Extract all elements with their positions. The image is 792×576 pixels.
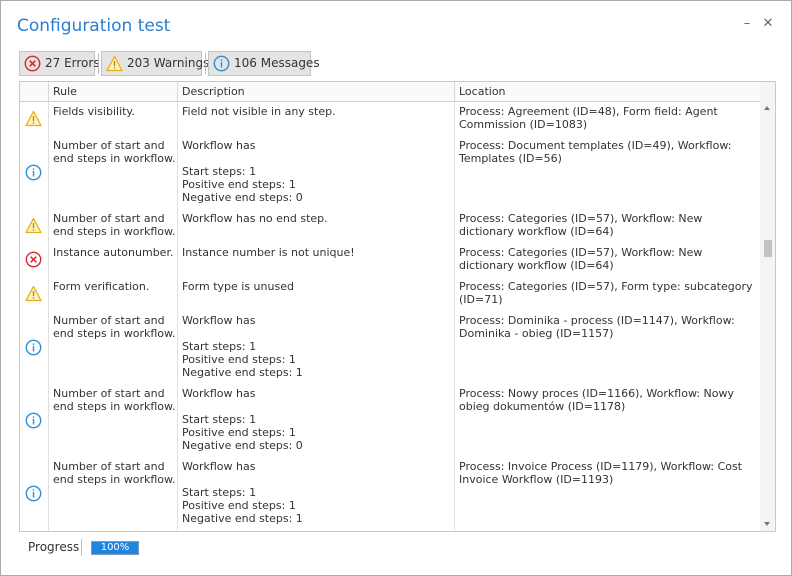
location-cell: Process: Categories (ID=57), Form type: … [459,280,753,306]
warning-icon [25,217,42,234]
warnings-filter-button[interactable]: 203 Warnings [101,51,209,76]
rule-cell: Number of start and end steps in workflo… [53,212,176,238]
table-row[interactable]: Number of start and end steps in workflo… [20,457,760,530]
row-status-icon-cell [20,136,48,209]
grid-body: Fields visibility. Field not visible in a… [20,102,760,531]
grid-header: Rule Description Location [20,82,760,102]
column-header-description[interactable]: Description [177,82,454,102]
close-button[interactable]: ✕ [760,16,776,32]
description-cell: Workflow has no end step. [182,212,328,225]
toolbar-separator [98,53,99,74]
column-header-location[interactable]: Location [454,82,760,102]
rule-cell: Number of start and end steps in workflo… [53,314,176,340]
column-header-rule[interactable]: Rule [48,82,177,102]
error-icon [24,55,41,72]
rule-cell: Number of start and end steps in workflo… [48,530,177,531]
info-icon [213,55,230,72]
window-title: Configuration test [17,16,171,36]
info-icon [25,485,42,502]
scroll-up-arrow-icon[interactable] [764,106,770,110]
location-cell: Process: Categories (ID=57), Workflow: N… [459,212,703,238]
scrollbar-thumb[interactable] [764,240,772,257]
configuration-test-window: Configuration test – ✕ 27 Errors 203 War… [0,0,792,576]
progress-text: 100% [100,542,130,553]
progress-label: Progress [28,540,80,554]
location-cell: Process: Agreement (ID=48), Form field: … [459,105,718,131]
description-cell: Form type is unused [182,280,294,293]
row-status-icon-cell [20,209,48,243]
status-bar: Progress 100% [1,537,791,559]
location-cell: Process: Dominika - process (ID=1147), W… [459,314,735,340]
table-row[interactable]: Number of start and end steps in workflo… [20,209,760,243]
errors-filter-label: 27 Errors [45,56,100,70]
info-icon [25,412,42,429]
table-row[interactable]: Number of start and end steps in workflo… [20,530,760,531]
location-cell: Process: Nowy proces (ID=1166), Workflow… [459,387,735,413]
results-grid: Rule Description Location Fields visibil… [19,81,776,532]
info-icon [25,164,42,181]
row-status-icon-cell [20,102,48,136]
rule-cell: Instance autonumber. [53,246,174,259]
warning-icon [25,110,42,127]
description-cell: Workflow has Start steps: 1 [177,530,454,531]
row-status-icon-cell [20,243,48,277]
title-bar: Configuration test – ✕ [1,1,791,47]
messages-filter-label: 106 Messages [234,56,320,70]
description-cell: Workflow has Start steps: 1 Positive end… [182,139,303,204]
progress-bar: 100% [91,541,139,555]
warning-icon [106,55,123,72]
description-cell: Workflow has Start steps: 1 Positive end… [182,460,303,525]
messages-filter-button[interactable]: 106 Messages [208,51,320,76]
rule-cell: Fields visibility. [53,105,135,118]
description-cell: Instance number is not unique! [182,246,355,259]
errors-filter-button[interactable]: 27 Errors [19,51,100,76]
warnings-filter-label: 203 Warnings [127,56,210,70]
warning-icon [25,285,42,302]
rule-cell: Number of start and end steps in workflo… [53,387,176,413]
error-icon [25,251,42,268]
row-status-icon-cell [20,311,48,384]
rule-cell: Number of start and end steps in workflo… [53,139,176,165]
description-cell: Workflow has Start steps: 1 Positive end… [182,314,303,379]
location-cell: Process: Counterparty data - Process (ID… [454,530,760,531]
row-status-icon-cell [20,277,48,311]
scroll-down-arrow-icon[interactable] [764,522,770,526]
description-cell: Field not visible in any step. [182,105,336,118]
rule-cell: Form verification. [53,280,150,293]
location-cell: Process: Categories (ID=57), Workflow: N… [459,246,703,272]
status-separator [81,539,82,556]
row-status-icon-cell [20,457,48,530]
rule-cell: Number of start and end steps in workflo… [53,460,176,486]
row-status-icon-cell [20,384,48,457]
info-icon [25,339,42,356]
table-row[interactable]: Instance autonumber. Instance number is n… [20,243,760,277]
description-cell: Workflow has Start steps: 1 Positive end… [182,387,303,452]
table-row[interactable]: Number of start and end steps in workflo… [20,311,760,384]
location-cell: Process: Invoice Process (ID=1179), Work… [459,460,743,486]
minimize-button[interactable]: – [739,16,755,32]
toolbar-separator [205,53,206,74]
table-row[interactable]: Number of start and end steps in workflo… [20,136,760,209]
location-cell: Process: Document templates (ID=49), Wor… [459,139,732,165]
table-row[interactable]: Form verification. Form type is unused Pro… [20,277,760,311]
table-row[interactable]: Number of start and end steps in workflo… [20,384,760,457]
row-status-icon-cell [20,530,48,531]
vertical-scrollbar[interactable] [760,82,775,531]
table-row[interactable]: Fields visibility. Field not visible in a… [20,102,760,136]
